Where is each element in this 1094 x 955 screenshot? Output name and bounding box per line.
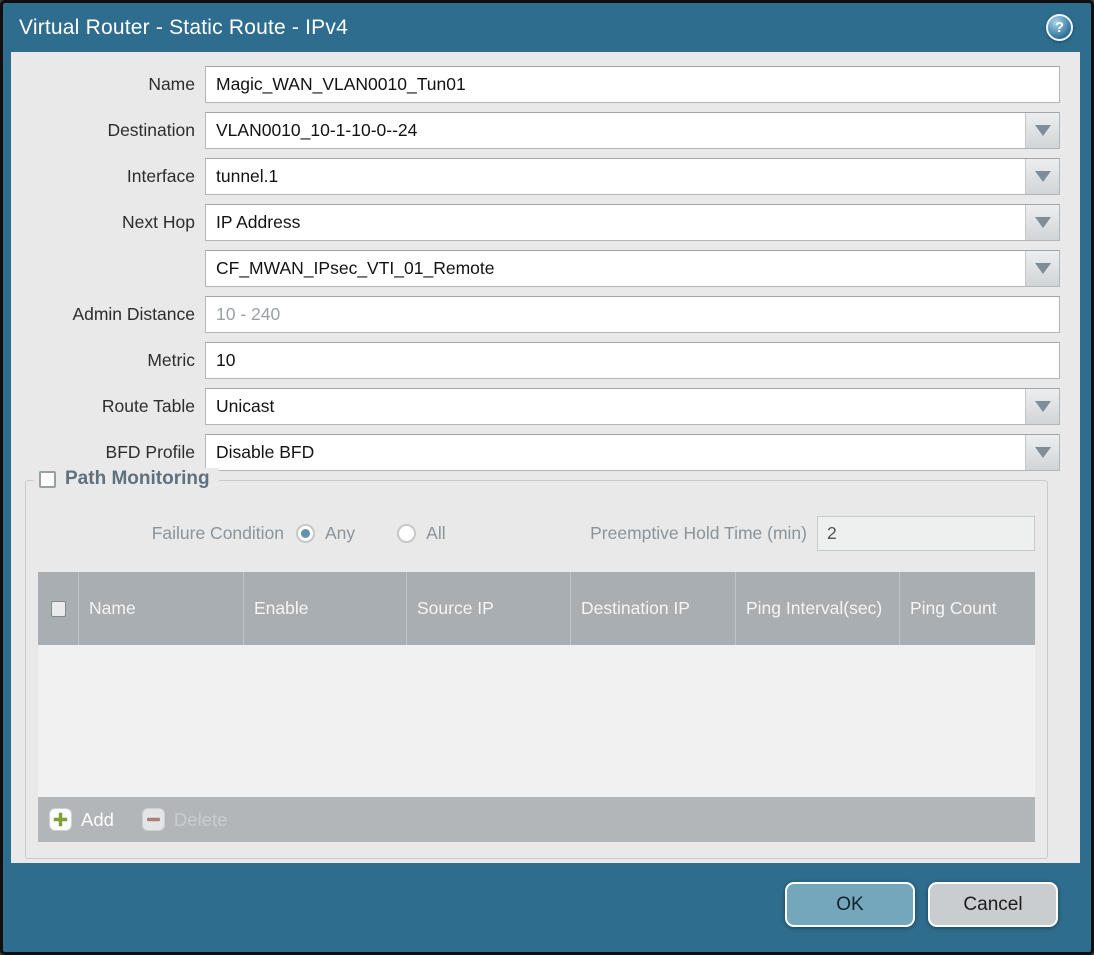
path-monitoring-legend: Path Monitoring	[34, 468, 219, 490]
preemptive-hold-time-input[interactable]	[817, 516, 1035, 551]
select-all-checkbox[interactable]	[50, 600, 66, 617]
failure-condition-all-label: All	[426, 523, 446, 543]
destination-combo	[205, 112, 1060, 149]
column-header-destination-ip[interactable]: Destination IP	[570, 572, 735, 645]
table-body-empty	[38, 645, 1035, 797]
add-button[interactable]: Add	[49, 808, 114, 831]
chevron-down-icon	[1034, 217, 1051, 228]
failure-condition-label: Failure Condition	[151, 523, 284, 543]
column-header-enable[interactable]: Enable	[243, 572, 406, 645]
column-header-ping-count[interactable]: Ping Count	[899, 572, 1035, 645]
form-row: Route Table	[11, 388, 1060, 425]
chevron-down-icon	[1034, 447, 1051, 458]
route-table-combo	[205, 388, 1060, 425]
failure-condition-row: Failure Condition Any All Preemptive Hol…	[38, 515, 1035, 552]
minus-icon	[141, 808, 165, 831]
destination-dropdown-button[interactable]	[1025, 113, 1059, 148]
interface-combo	[205, 158, 1060, 195]
chevron-down-icon	[1034, 125, 1051, 136]
path-monitoring-fieldset: Path Monitoring Failure Condition Any Al…	[25, 468, 1048, 859]
delete-button-label: Delete	[173, 808, 228, 830]
add-button-label: Add	[81, 808, 114, 830]
name-input[interactable]	[205, 66, 1060, 103]
column-header-ping-interval[interactable]: Ping Interval(sec)	[735, 572, 899, 645]
path-monitoring-checkbox[interactable]	[39, 470, 56, 488]
chevron-down-icon	[1034, 401, 1051, 412]
title-bar: Virtual Router - Static Route - IPv4 ?	[3, 3, 1091, 52]
select-all-cell	[38, 572, 78, 645]
delete-button[interactable]: Delete	[141, 808, 228, 831]
bfd-profile-combo	[205, 434, 1060, 471]
form-row: Destination	[11, 112, 1060, 149]
name-label: Name	[148, 74, 195, 94]
form-row: BFD Profile	[11, 434, 1060, 471]
radio-selected-icon	[296, 524, 315, 543]
interface-dropdown-button[interactable]	[1025, 159, 1059, 194]
column-header-source-ip[interactable]: Source IP	[406, 572, 570, 645]
column-header-name[interactable]: Name	[78, 572, 243, 645]
next-hop-type-combo	[205, 204, 1060, 241]
form-row: Next Hop	[11, 204, 1060, 241]
interface-label: Interface	[126, 166, 195, 186]
admin-distance-field-wrap	[205, 296, 1060, 333]
name-field-wrap	[205, 66, 1060, 103]
failure-condition-any-label: Any	[325, 523, 356, 543]
next-hop-label: Next Hop	[122, 212, 195, 232]
bfd-profile-label: BFD Profile	[105, 442, 195, 462]
chevron-down-icon	[1034, 171, 1051, 182]
path-monitoring-title: Path Monitoring	[65, 468, 210, 489]
dialog-title: Virtual Router - Static Route - IPv4	[19, 15, 348, 39]
form-row	[11, 250, 1060, 287]
metric-input[interactable]	[205, 342, 1060, 379]
bfd-profile-input[interactable]	[205, 434, 1060, 471]
form-row: Name	[11, 66, 1060, 103]
chevron-down-icon	[1034, 263, 1051, 274]
metric-label: Metric	[147, 350, 195, 370]
failure-condition-any-option[interactable]: Any	[296, 523, 355, 544]
route-table-label: Route Table	[101, 396, 195, 416]
next-hop-type-dropdown-button[interactable]	[1025, 205, 1059, 240]
next-hop-address-input[interactable]	[205, 250, 1060, 287]
next-hop-address-dropdown-button[interactable]	[1025, 251, 1059, 286]
plus-icon	[49, 808, 72, 831]
static-route-dialog: Virtual Router - Static Route - IPv4 ? N…	[0, 0, 1094, 955]
next-hop-address-combo	[205, 250, 1060, 287]
preemptive-hold-time-label: Preemptive Hold Time (min)	[590, 523, 807, 543]
form-row: Admin Distance	[11, 296, 1060, 333]
next-hop-type-input[interactable]	[205, 204, 1060, 241]
failure-condition-all-option[interactable]: All	[397, 523, 446, 544]
route-table-dropdown-button[interactable]	[1025, 389, 1059, 424]
table-header-row: Name Enable Source IP Destination IP Pin…	[38, 572, 1035, 645]
table-toolbar: Add Delete	[38, 797, 1035, 842]
path-monitoring-table: Name Enable Source IP Destination IP Pin…	[38, 572, 1035, 842]
destination-label: Destination	[107, 120, 195, 140]
dialog-footer: OK Cancel	[3, 863, 1091, 952]
form-row: Metric	[11, 342, 1060, 379]
form-row: Interface	[11, 158, 1060, 195]
metric-field-wrap	[205, 342, 1060, 379]
form-panel: Name Destination Interface Next Hop	[11, 52, 1080, 863]
interface-input[interactable]	[205, 158, 1060, 195]
help-icon[interactable]: ?	[1046, 14, 1073, 41]
cancel-button[interactable]: Cancel	[928, 882, 1058, 927]
admin-distance-label: Admin Distance	[72, 304, 195, 324]
route-table-input[interactable]	[205, 388, 1060, 425]
admin-distance-input[interactable]	[205, 296, 1060, 333]
destination-input[interactable]	[205, 112, 1060, 149]
radio-unselected-icon	[397, 524, 417, 543]
bfd-profile-dropdown-button[interactable]	[1025, 435, 1059, 470]
ok-button[interactable]: OK	[785, 882, 915, 927]
